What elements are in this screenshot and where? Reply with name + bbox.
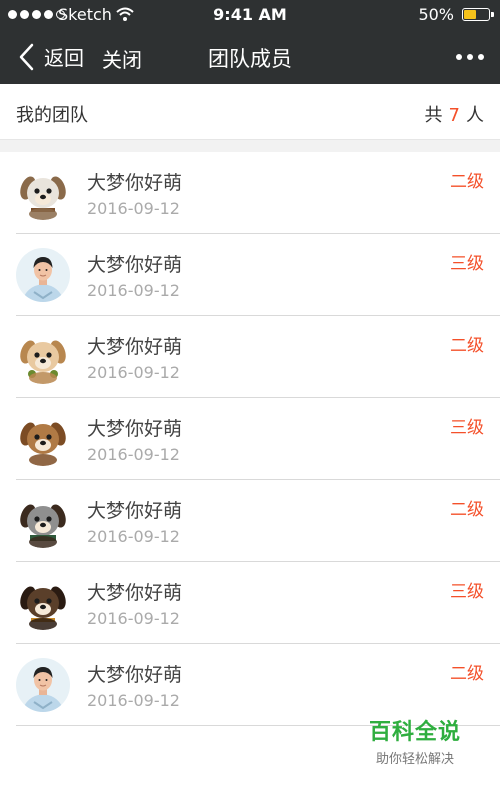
member-row[interactable]: 大梦你好萌 2016-09-12 二级 xyxy=(16,316,500,398)
avatar xyxy=(16,166,70,220)
battery-tip xyxy=(491,12,494,17)
member-level: 三级 xyxy=(450,418,484,438)
member-level: 二级 xyxy=(450,500,484,520)
team-title: 我的团队 xyxy=(16,105,88,126)
member-join-date: 2016-09-12 xyxy=(87,363,180,382)
member-row[interactable]: 大梦你好萌 2016-09-12 二级 xyxy=(16,480,500,562)
watermark-subtitle: 助你轻松解决 xyxy=(375,752,454,767)
member-level: 二级 xyxy=(450,664,484,684)
member-name: 大梦你好萌 xyxy=(87,336,183,358)
member-join-date: 2016-09-12 xyxy=(87,445,180,464)
team-header: 我的团队 共7人 xyxy=(0,84,500,140)
watermark-logo: 百科全说 助你轻松解决 xyxy=(360,714,470,767)
member-join-date: 2016-09-12 xyxy=(87,199,180,218)
member-row[interactable]: 大梦你好萌 2016-09-12 三级 xyxy=(16,562,500,644)
member-join-date: 2016-09-12 xyxy=(87,527,180,546)
watermark-title: 百科全说 xyxy=(368,720,461,745)
member-name: 大梦你好萌 xyxy=(87,172,183,194)
member-name: 大梦你好萌 xyxy=(87,500,183,522)
avatar xyxy=(16,494,70,548)
member-row[interactable]: 大梦你好萌 2016-09-12 三级 xyxy=(16,398,500,480)
page-title: 团队成员 xyxy=(208,47,292,71)
member-join-date: 2016-09-12 xyxy=(87,691,180,710)
team-count: 共7人 xyxy=(425,101,484,127)
team-count-number: 7 xyxy=(448,105,460,126)
member-name: 大梦你好萌 xyxy=(87,582,183,604)
team-count-suffix: 人 xyxy=(466,105,484,126)
more-dots-icon[interactable] xyxy=(456,54,484,60)
member-row[interactable]: 大梦你好萌 2016-09-12 三级 xyxy=(16,234,500,316)
member-level: 三级 xyxy=(450,582,484,602)
avatar xyxy=(16,658,70,712)
member-join-date: 2016-09-12 xyxy=(87,609,180,628)
avatar xyxy=(16,576,70,630)
team-count-prefix: 共 xyxy=(424,105,443,126)
nav-bar: 返回 关闭 团队成员 xyxy=(0,30,500,84)
member-list: 大梦你好萌 2016-09-12 二级 大梦你好萌 2016-09-12 三级 大梦你好… xyxy=(0,152,500,726)
member-row[interactable]: 大梦你好萌 2016-09-12 二级 xyxy=(16,152,500,234)
member-level: 二级 xyxy=(450,172,484,192)
member-name: 大梦你好萌 xyxy=(87,418,183,440)
member-name: 大梦你好萌 xyxy=(87,664,183,686)
battery-percent: 50% xyxy=(418,5,454,24)
member-name: 大梦你好萌 xyxy=(87,254,183,276)
battery-icon xyxy=(462,8,490,21)
member-level: 三级 xyxy=(450,254,484,274)
avatar xyxy=(16,412,70,466)
section-divider xyxy=(0,140,500,152)
member-join-date: 2016-09-12 xyxy=(87,281,180,300)
avatar xyxy=(16,330,70,384)
member-level: 二级 xyxy=(450,336,484,356)
avatar xyxy=(16,248,70,302)
status-bar: Sketch 9:41 AM 50% xyxy=(0,0,500,30)
